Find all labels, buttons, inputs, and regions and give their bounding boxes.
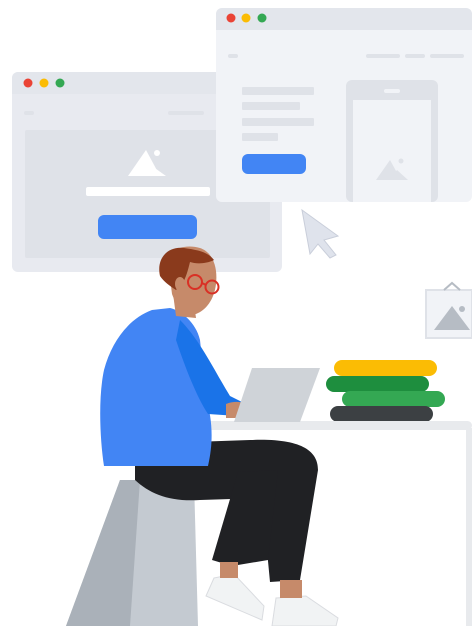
window-minimize-dot-icon xyxy=(241,13,251,23)
book-stack xyxy=(326,360,445,422)
illustration-stage xyxy=(0,0,472,626)
stool xyxy=(66,480,198,626)
window-minimize-dot-icon xyxy=(39,78,49,88)
window-maximize-dot-icon xyxy=(257,13,267,23)
illustration-canvas xyxy=(12,8,472,626)
cta-button xyxy=(98,215,197,239)
window-close-dot-icon xyxy=(226,13,236,23)
image-placeholder-icon xyxy=(425,281,472,339)
laptop xyxy=(234,368,320,422)
window-close-dot-icon xyxy=(23,78,33,88)
mouse-cursor-icon xyxy=(301,208,340,259)
window-maximize-dot-icon xyxy=(55,78,65,88)
browser-window-right xyxy=(216,8,472,202)
primary-button xyxy=(242,154,306,174)
phone-mockup xyxy=(346,80,438,202)
